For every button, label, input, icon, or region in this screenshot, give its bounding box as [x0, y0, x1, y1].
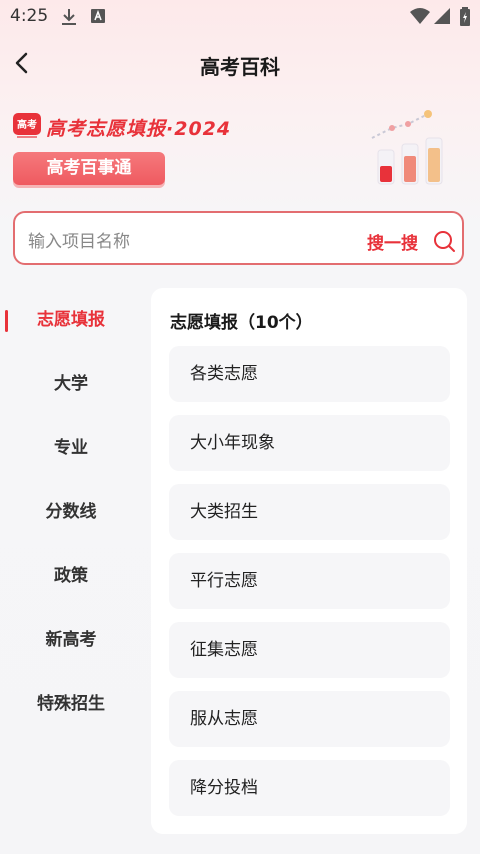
- sidebar-item-label: 政策: [54, 566, 88, 586]
- list-item[interactable]: 平行志愿: [169, 553, 450, 609]
- app-notification-icon: [90, 7, 106, 29]
- sidebar-item-volunteer[interactable]: 志愿填报: [0, 288, 142, 352]
- sidebar-item-label: 特殊招生: [37, 694, 105, 714]
- search-button[interactable]: 搜一搜: [367, 229, 418, 254]
- list-item[interactable]: 征集志愿: [169, 622, 450, 678]
- sidebar-item-label: 分数线: [45, 502, 97, 522]
- nav-bar: 高考百科: [0, 40, 480, 86]
- banner-title: 高考志愿填报·2024: [46, 118, 232, 140]
- list-item[interactable]: 大小年现象: [169, 415, 450, 471]
- gaokao-assistant-button[interactable]: 高考百事通: [13, 152, 165, 185]
- sidebar-item-policy[interactable]: 政策: [0, 544, 142, 608]
- active-indicator: [5, 310, 8, 332]
- content-panel: 志愿填报（10个） 各类志愿 大小年现象 大类招生 平行志愿 征集志愿 服从志愿…: [151, 288, 467, 834]
- brand-logo: 高考: [13, 113, 41, 143]
- download-icon: [60, 7, 78, 31]
- sidebar-item-label: 专业: [54, 438, 88, 458]
- sidebar-item-label: 大学: [54, 374, 88, 394]
- sidebar-item-university[interactable]: 大学: [0, 352, 142, 416]
- category-sidebar: 志愿填报 大学 专业 分数线 政策 新高考 特殊招生: [0, 288, 142, 736]
- search-input[interactable]: 输入项目名称: [28, 227, 130, 252]
- wifi-icon: [409, 7, 431, 29]
- status-time: 4:25: [10, 6, 49, 26]
- chart-illustration-icon: [368, 104, 452, 192]
- search-box[interactable]: 输入项目名称 搜一搜: [13, 211, 464, 265]
- sidebar-item-special-enrollment[interactable]: 特殊招生: [0, 672, 142, 736]
- status-bar: 4:25: [0, 0, 480, 34]
- panel-title: 志愿填报（10个）: [170, 313, 313, 333]
- list-item[interactable]: 服从志愿: [169, 691, 450, 747]
- logo-text: 高考: [17, 118, 37, 131]
- sidebar-item-new-gaokao[interactable]: 新高考: [0, 608, 142, 672]
- battery-icon: [459, 7, 471, 31]
- signal-icon: [433, 7, 451, 29]
- sidebar-item-score-line[interactable]: 分数线: [0, 480, 142, 544]
- list-item[interactable]: 大类招生: [169, 484, 450, 540]
- sidebar-item-label: 新高考: [45, 630, 97, 650]
- sidebar-item-major[interactable]: 专业: [0, 416, 142, 480]
- sidebar-item-label: 志愿填报: [37, 310, 105, 330]
- list-item[interactable]: 降分投档: [169, 760, 450, 816]
- search-icon[interactable]: [432, 229, 456, 257]
- page-title: 高考百科: [200, 55, 280, 79]
- list-item[interactable]: 各类志愿: [169, 346, 450, 402]
